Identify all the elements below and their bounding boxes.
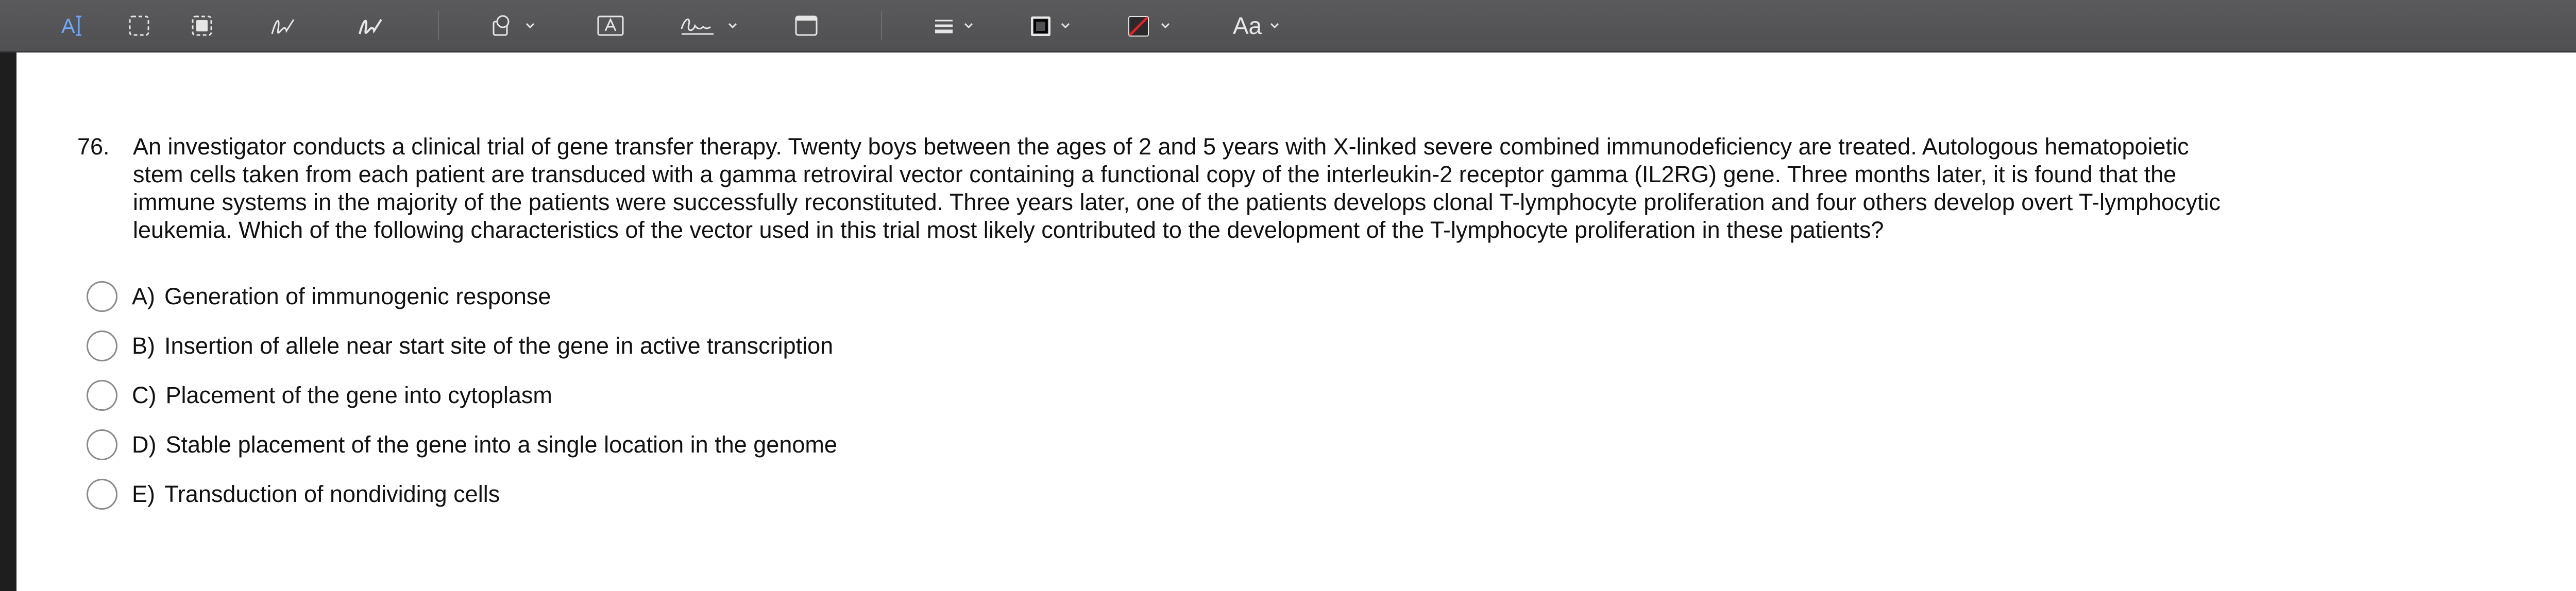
option-text: Generation of immunogenic response <box>164 283 551 309</box>
radio-button[interactable] <box>87 429 117 460</box>
option-text: Insertion of allele near start site of t… <box>164 333 834 359</box>
option-letter: C) <box>132 382 157 408</box>
toolbar-separator <box>438 11 439 40</box>
fill-color-icon[interactable] <box>1123 0 1185 51</box>
text-selection-label: A <box>61 15 75 38</box>
text-style-label: Aa <box>1232 12 1262 39</box>
text-selection-icon[interactable]: A <box>56 0 92 51</box>
answer-option-c[interactable]: C) Placement of the gene into cytoplasm <box>87 377 552 414</box>
question-line: immune systems in the majority of the pa… <box>133 189 2221 215</box>
rectangular-selection-icon[interactable] <box>124 0 155 51</box>
option-text: Placement of the gene into cytoplasm <box>165 382 552 408</box>
radio-button[interactable] <box>87 331 117 361</box>
question-stem: An investigator conducts a clinical tria… <box>133 133 2576 244</box>
answer-option-a[interactable]: A) Generation of immunogenic response <box>87 278 551 315</box>
toolbar-separator <box>881 11 882 40</box>
draw-icon[interactable] <box>355 0 386 51</box>
shape-style-icon[interactable] <box>927 0 984 51</box>
markup-toolbar: A Aa <box>0 0 2576 53</box>
text-box-icon[interactable] <box>592 0 629 51</box>
option-letter: D) <box>132 431 157 458</box>
radio-button[interactable] <box>87 281 117 312</box>
answer-option-d[interactable]: D) Stable placement of the gene into a s… <box>87 426 837 463</box>
window-edge <box>0 53 16 591</box>
radio-button[interactable] <box>87 479 117 510</box>
option-letter: E) <box>132 481 155 507</box>
option-text: Transduction of nondividing cells <box>164 481 500 507</box>
option-text: Stable placement of the gene into a sing… <box>165 431 837 458</box>
sketch-icon[interactable] <box>268 0 299 51</box>
answer-option-e[interactable]: E) Transduction of nondividing cells <box>87 476 500 513</box>
question-line: An investigator conducts a clinical tria… <box>133 133 2189 160</box>
question-number: 76. <box>77 133 110 160</box>
note-icon[interactable] <box>788 0 824 51</box>
text-style-icon[interactable]: Aa <box>1226 0 1293 51</box>
smart-lasso-icon[interactable] <box>187 0 217 51</box>
question-line: stem cells taken from each patient are t… <box>133 161 2177 187</box>
option-letter: A) <box>132 283 155 309</box>
question-line: leukemia. Which of the following charact… <box>133 217 1884 243</box>
option-letter: B) <box>132 333 155 359</box>
signature-icon[interactable] <box>675 0 747 51</box>
shapes-icon[interactable] <box>487 0 544 51</box>
radio-button[interactable] <box>87 380 117 411</box>
answer-option-b[interactable]: B) Insertion of allele near start site o… <box>87 327 833 364</box>
border-color-icon[interactable] <box>1025 0 1082 51</box>
